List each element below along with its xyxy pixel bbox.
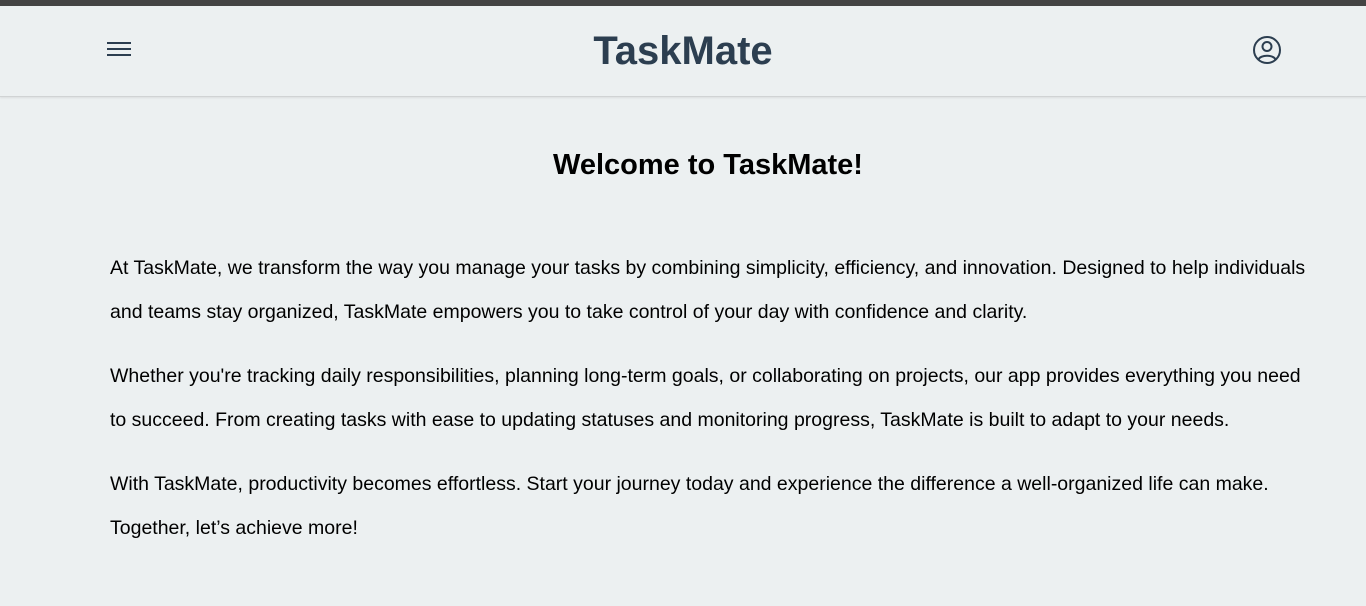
- user-circle-icon: [1249, 32, 1285, 68]
- hamburger-menu-icon: [101, 34, 137, 64]
- app-title: TaskMate: [593, 29, 773, 73]
- intro-paragraph: At TaskMate, we transform the way you ma…: [110, 257, 1306, 323]
- welcome-heading: Welcome to TaskMate!: [553, 149, 863, 181]
- app-header: TaskMate: [0, 6, 1366, 97]
- profile-button[interactable]: [1249, 32, 1285, 68]
- main-content: Welcome to TaskMate! At TaskMate, we tra…: [110, 97, 1306, 550]
- closing-paragraph: With TaskMate, productivity becomes effo…: [110, 473, 1269, 539]
- menu-button[interactable]: [101, 34, 137, 64]
- features-paragraph: Whether you're tracking daily responsibi…: [110, 365, 1301, 431]
